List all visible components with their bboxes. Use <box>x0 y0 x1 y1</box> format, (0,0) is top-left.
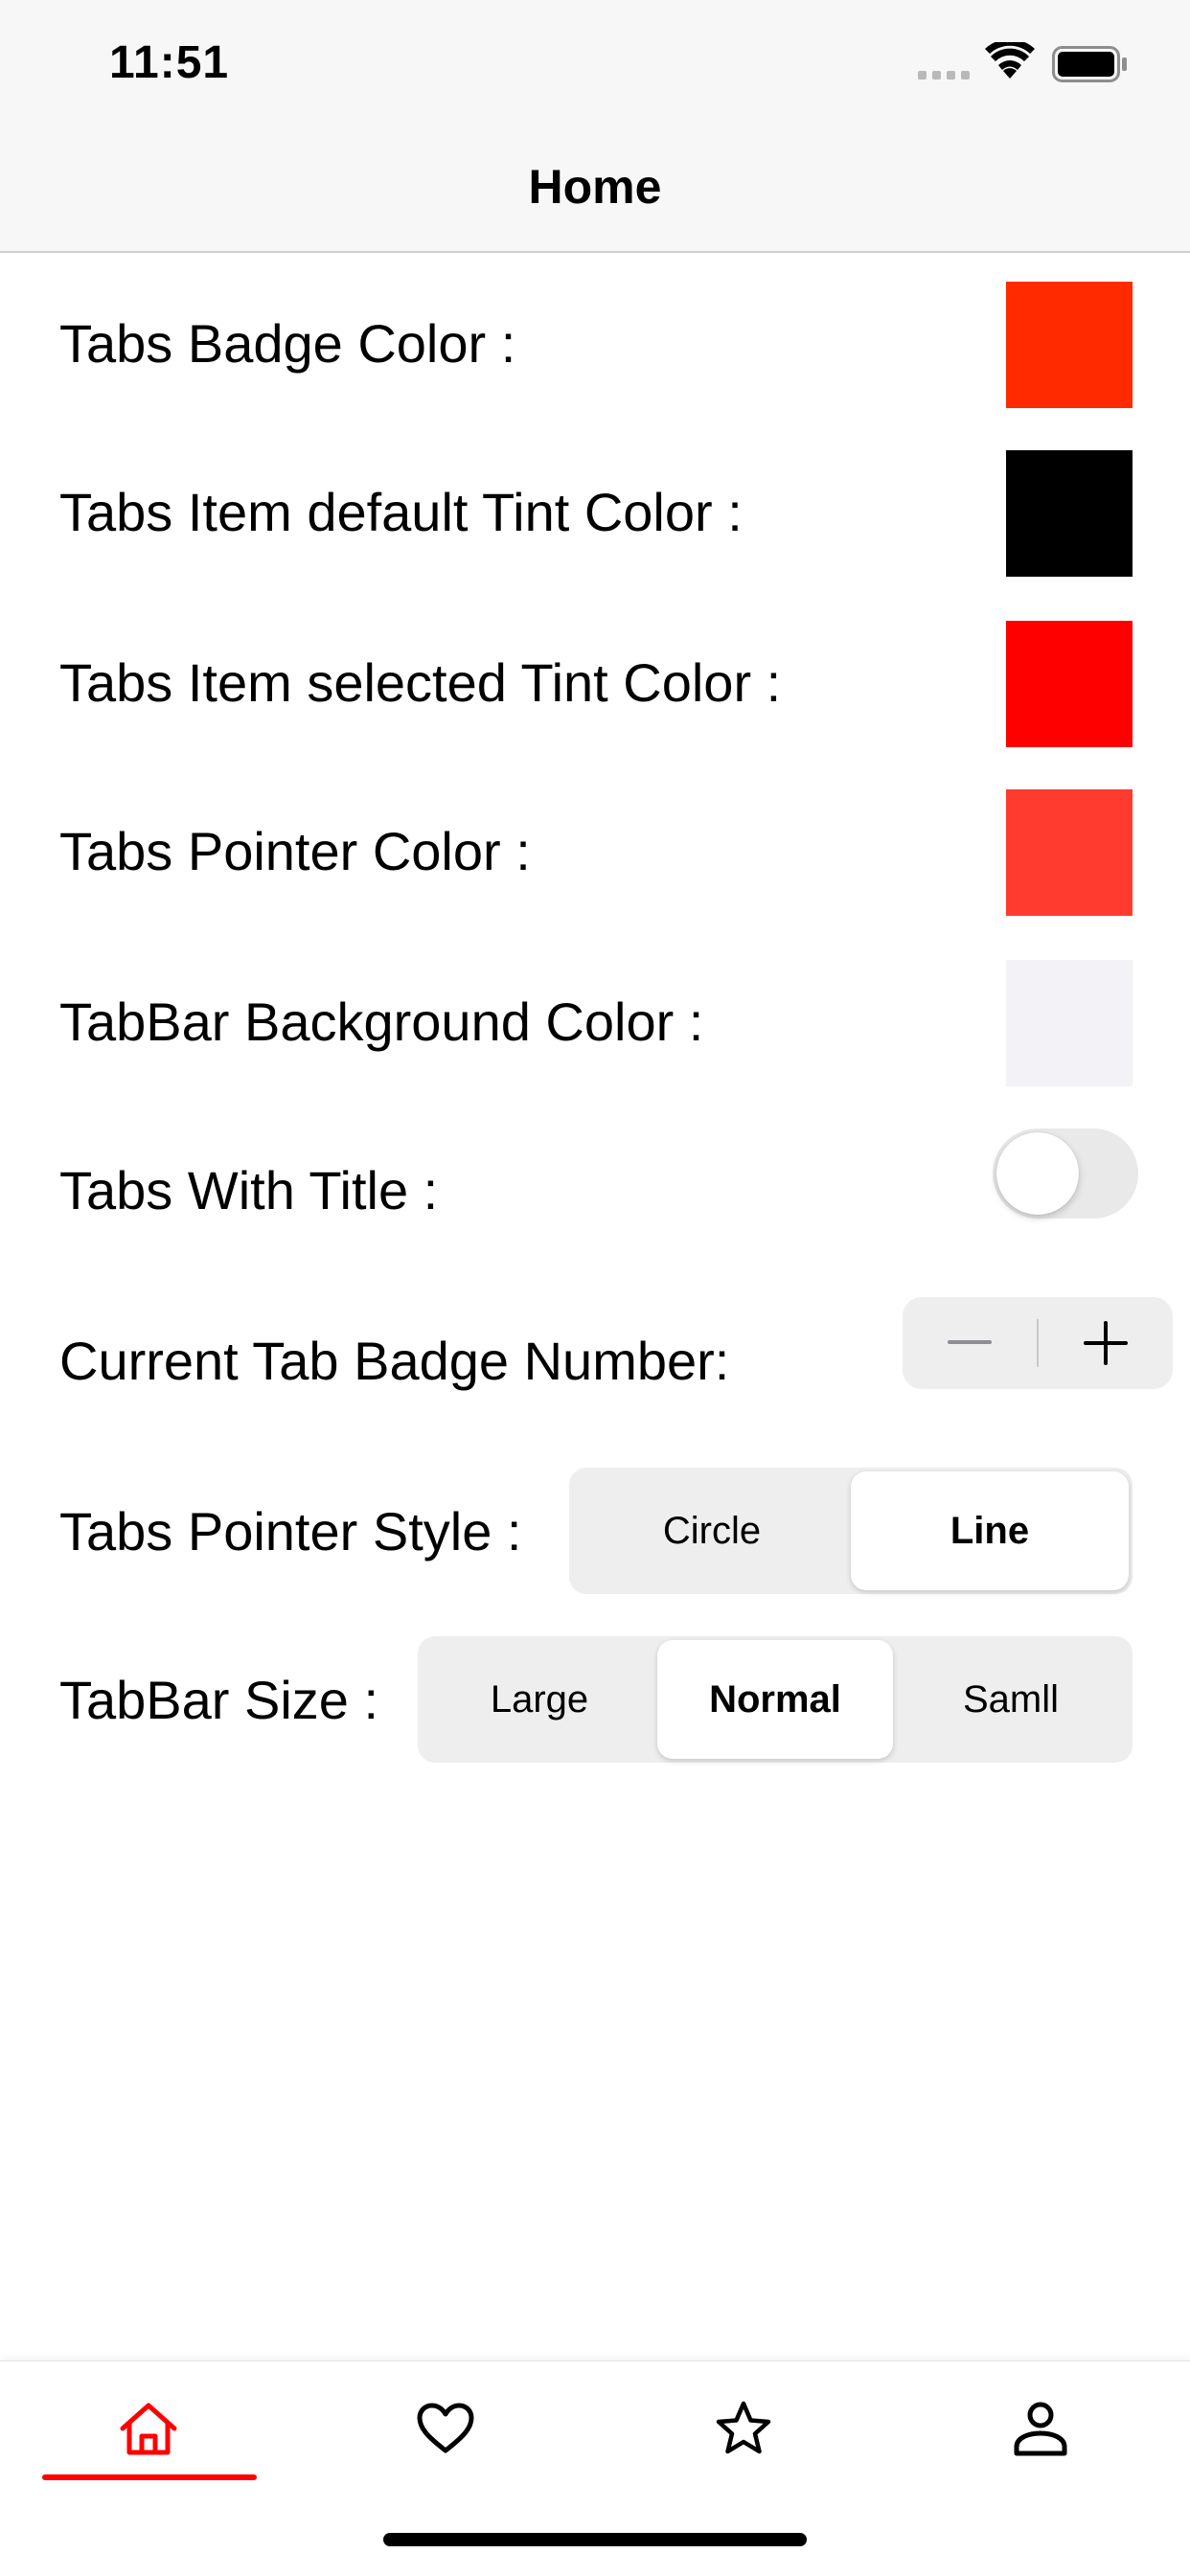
home-indicator <box>383 2533 807 2546</box>
selected-tint-label: Tabs Item selected Tint Color : <box>59 652 782 713</box>
wifi-icon <box>985 38 1035 85</box>
battery-icon <box>1052 46 1129 87</box>
badge-number-label: Current Tab Badge Number: <box>59 1331 730 1391</box>
status-bar: 11:51 <box>0 0 1190 96</box>
segment-large[interactable]: Large <box>422 1640 657 1759</box>
tab-favorites[interactable] <box>297 2361 594 2496</box>
person-icon <box>1014 2402 1067 2456</box>
navigation-bar: Home <box>0 96 1190 253</box>
heart-icon <box>417 2403 474 2453</box>
pointer-style-segmented-control: Circle Line <box>569 1468 1133 1594</box>
pointer-color-swatch[interactable] <box>1006 789 1133 916</box>
tabbar-background-swatch[interactable] <box>1006 960 1133 1086</box>
minus-icon <box>948 1340 992 1344</box>
toggle-knob <box>996 1132 1079 1215</box>
signal-dots-icon <box>918 71 970 80</box>
segment-normal[interactable]: Normal <box>657 1640 893 1759</box>
decrement-button[interactable] <box>903 1297 1037 1389</box>
plus-icon <box>1084 1321 1128 1365</box>
badge-color-label: Tabs Badge Color : <box>59 313 516 374</box>
tab-home[interactable] <box>0 2361 297 2496</box>
selected-tint-swatch[interactable] <box>1006 621 1133 747</box>
pointer-color-label: Tabs Pointer Color : <box>59 821 531 881</box>
tab-starred[interactable] <box>595 2361 892 2496</box>
segment-small[interactable]: Samll <box>893 1640 1129 1759</box>
status-time: 11:51 <box>109 37 230 88</box>
with-title-toggle[interactable] <box>993 1128 1138 1219</box>
pointer-style-label: Tabs Pointer Style : <box>59 1501 522 1562</box>
tab-profile[interactable] <box>892 2361 1189 2496</box>
increment-button[interactable] <box>1039 1297 1173 1389</box>
with-title-label: Tabs With Title : <box>59 1160 439 1220</box>
segment-circle[interactable]: Circle <box>573 1471 851 1590</box>
default-tint-swatch[interactable] <box>1006 450 1133 577</box>
segment-line[interactable]: Line <box>851 1471 1129 1590</box>
tab-pointer-line <box>42 2474 257 2480</box>
star-icon <box>716 2401 771 2454</box>
tabbar-size-label: TabBar Size : <box>59 1670 379 1730</box>
badge-number-stepper <box>903 1297 1173 1389</box>
home-icon <box>120 2403 177 2455</box>
tabbar-background-label: TabBar Background Color : <box>59 992 704 1052</box>
tabbar-size-segmented-control: Large Normal Samll <box>418 1636 1133 1763</box>
page-title: Home <box>528 160 662 214</box>
badge-color-swatch[interactable] <box>1006 282 1133 408</box>
default-tint-label: Tabs Item default Tint Color : <box>59 482 743 542</box>
